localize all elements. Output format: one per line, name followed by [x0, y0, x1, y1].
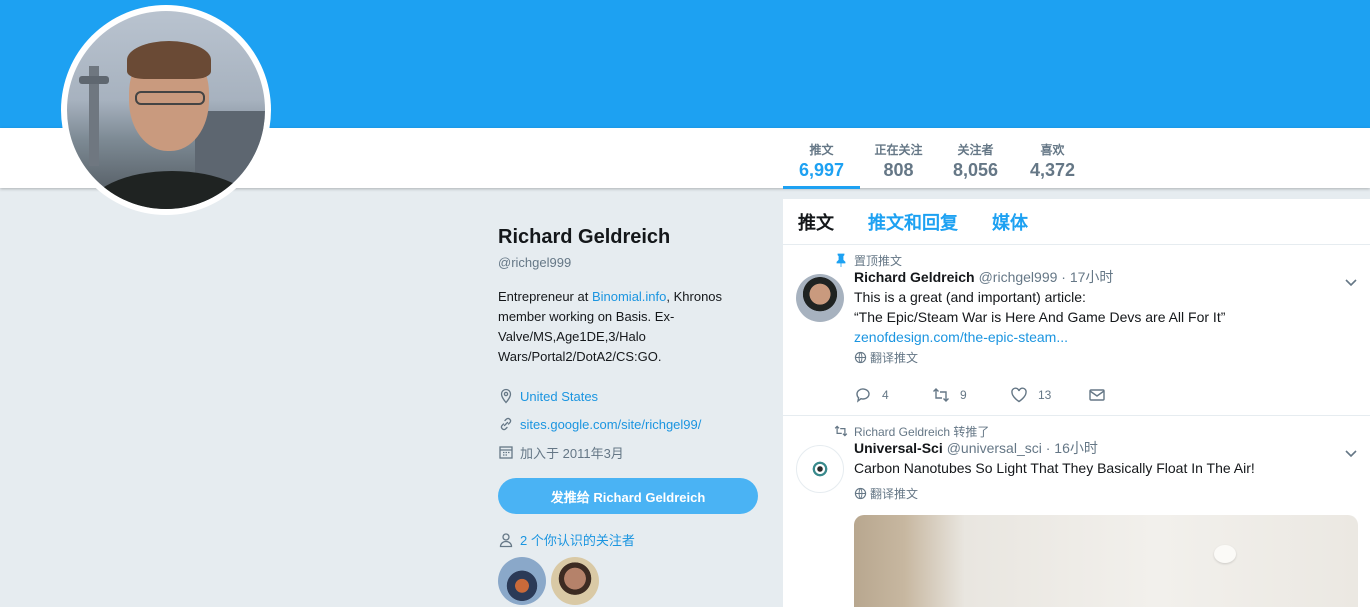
tweet-header: Universal-Sci @universal_sci · 16小时 [854, 438, 1356, 458]
tweet-context: Richard Geldreich 转推了 [834, 416, 1356, 440]
tab-media[interactable]: 媒体 [992, 209, 1028, 235]
reply-count: 4 [882, 388, 889, 402]
retweet-icon [933, 388, 949, 402]
timeline: 推文 推文和回复 媒体 置顶推文 Richard Geldreich @rich… [783, 199, 1370, 607]
profile-meta: United States sites.google.com/site/rich… [498, 382, 768, 466]
stat-label: 关注者 [957, 143, 994, 157]
chevron-down-icon[interactable] [1344, 275, 1358, 289]
website-link[interactable]: sites.google.com/site/richgel99/ [520, 417, 701, 432]
tweet-avatar[interactable] [796, 274, 844, 322]
envelope-icon [1089, 389, 1105, 401]
link-icon [500, 417, 512, 431]
chevron-down-icon[interactable] [1344, 446, 1358, 460]
stat-tweets[interactable]: 推文 6,997 [783, 128, 860, 189]
person-icon [499, 532, 513, 547]
joined-row: 加入于 2011年3月 [498, 438, 768, 466]
dm-button[interactable] [1088, 386, 1166, 404]
stat-value: 808 [883, 160, 914, 180]
translate-label: 翻译推文 [870, 486, 919, 501]
tweet[interactable]: Richard Geldreich 转推了 Universal-Sci @uni… [783, 416, 1370, 607]
tweet-to-button[interactable]: 发推给 Richard Geldreich [498, 478, 758, 514]
known-followers-link[interactable]: 2 个你认识的关注者 [498, 530, 768, 549]
tweet-user-name[interactable]: Universal-Sci [854, 440, 943, 456]
tweet-text-line: “The Epic/Steam War is Here And Game Dev… [854, 309, 1226, 325]
timeline-tabs: 推文 推文和回复 媒体 [783, 199, 1370, 245]
profile-card: Richard Geldreich @richgel999 Entreprene… [498, 226, 768, 605]
profile-name[interactable]: Richard Geldreich [498, 226, 768, 249]
heart-icon [1011, 387, 1027, 403]
tweet-link[interactable]: zenofdesign.com/the-epic-steam... [854, 327, 1356, 347]
tweet-text-line: Carbon Nanotubes So Light That They Basi… [854, 460, 1255, 476]
stat-likes[interactable]: 喜欢 4,372 [1014, 128, 1091, 188]
stat-value: 4,372 [1029, 160, 1076, 180]
stat-label: 正在关注 [874, 143, 923, 157]
tweet-media-image[interactable] [854, 515, 1358, 607]
location-row: United States [498, 382, 768, 410]
tweet-user-name[interactable]: Richard Geldreich [854, 269, 975, 285]
tweet-context: 置顶推文 [836, 245, 1356, 268]
stat-followers[interactable]: 关注者 8,056 [937, 128, 1014, 188]
translate-label: 翻译推文 [870, 350, 919, 365]
globe-icon [854, 351, 867, 363]
bio-text-prefix: Entrepreneur at [498, 289, 592, 304]
tweet-actions: 4 9 13 [854, 375, 1356, 415]
tweet-text-line: This is a great (and important) article: [854, 289, 1086, 305]
bio-link[interactable]: Binomial.info [592, 289, 666, 304]
stat-value: 6,997 [798, 160, 845, 180]
avatar-photo [67, 11, 265, 209]
profile-handle[interactable]: @richgel999 [498, 255, 768, 270]
tab-tweets[interactable]: 推文 [798, 209, 834, 235]
follower-avatar[interactable] [551, 557, 599, 605]
tweet-screen-name[interactable]: @richgel999 · 17小时 [979, 267, 1114, 287]
like-button[interactable]: 13 [1010, 386, 1088, 404]
tab-tweets-and-replies[interactable]: 推文和回复 [868, 209, 958, 235]
reply-icon [856, 388, 870, 403]
stat-label: 推文 [809, 143, 834, 157]
tweet[interactable]: 置顶推文 Richard Geldreich @richgel999 · 17小… [783, 245, 1370, 416]
translate-tweet[interactable]: 翻译推文 [854, 483, 1356, 503]
stat-following[interactable]: 正在关注 808 [860, 128, 937, 188]
profile-avatar[interactable] [61, 5, 271, 215]
known-followers-avatars [498, 557, 768, 605]
globe-icon [854, 487, 867, 499]
pin-icon [836, 253, 846, 267]
retweet-icon [834, 425, 848, 437]
retweeted-by[interactable]: Richard Geldreich 转推了 [854, 423, 989, 440]
location-link[interactable]: United States [520, 389, 598, 404]
known-followers-text: 2 个你认识的关注者 [520, 533, 635, 548]
joined-date: 加入于 2011年3月 [520, 445, 624, 461]
tweet-header: Richard Geldreich @richgel999 · 17小时 [854, 267, 1356, 287]
like-count: 13 [1038, 388, 1052, 402]
translate-tweet[interactable]: 翻译推文 [854, 347, 1356, 367]
media-shirt-button [1214, 545, 1236, 563]
website-row: sites.google.com/site/richgel99/ [498, 410, 768, 438]
stat-label: 喜欢 [1040, 143, 1065, 157]
retweet-button[interactable]: 9 [932, 386, 1010, 404]
reply-button[interactable]: 4 [854, 386, 932, 404]
map-pin-icon [500, 388, 512, 404]
tweet-avatar[interactable] [796, 445, 844, 493]
pinned-label: 置顶推文 [854, 253, 903, 268]
retweet-count: 9 [960, 388, 967, 402]
follower-avatar[interactable] [498, 557, 546, 605]
profile-stats: 推文 6,997 正在关注 808 关注者 8,056 喜欢 4,372 [783, 128, 1091, 189]
profile-bio: Entrepreneur at Binomial.info, Khronos m… [498, 287, 748, 367]
calendar-icon [499, 446, 513, 459]
tweet-screen-name[interactable]: @universal_sci · 16小时 [947, 438, 1098, 458]
stat-value: 8,056 [952, 160, 999, 180]
